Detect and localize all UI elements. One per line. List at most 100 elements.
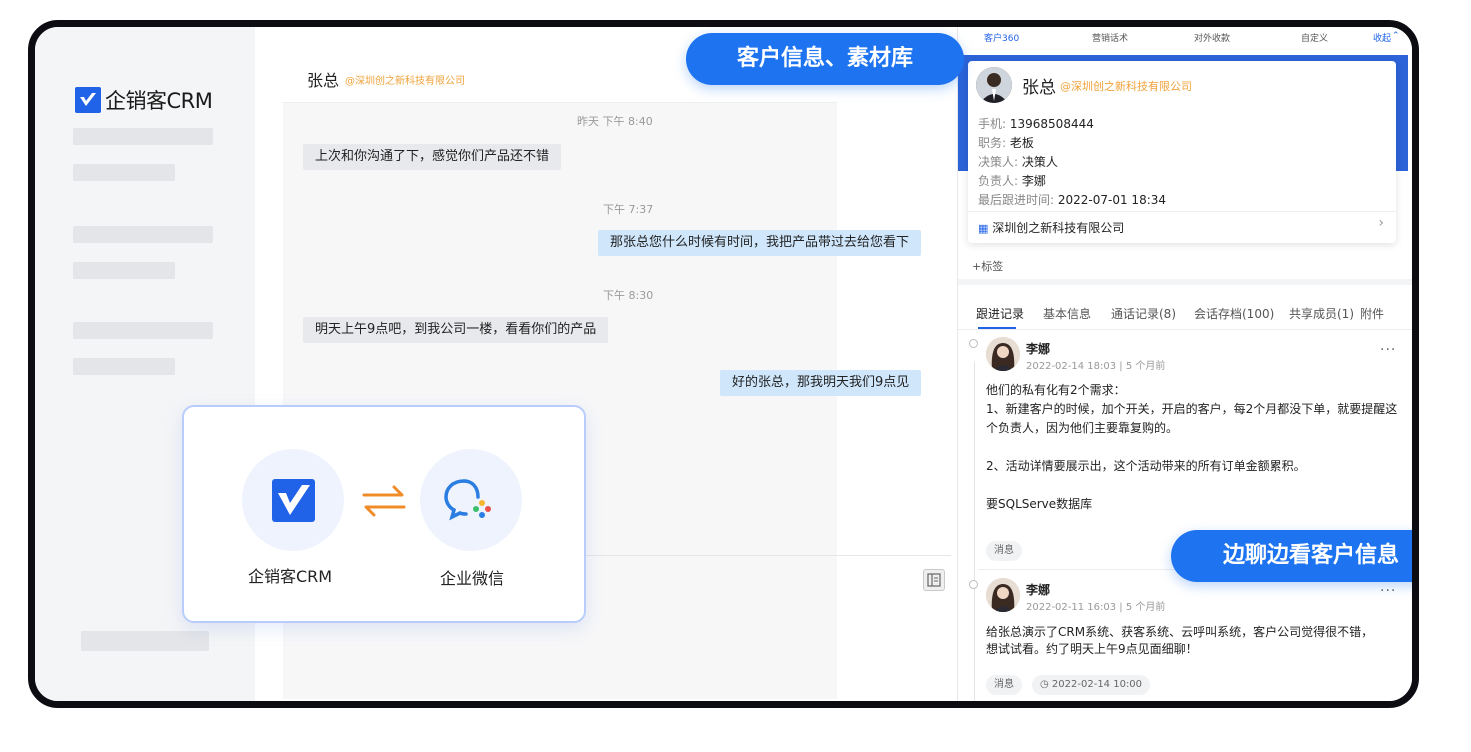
company-link-text: 深圳创之新科技有限公司 (992, 221, 1125, 235)
field-label: 手机: (978, 117, 1007, 131)
message-bubble[interactable]: 好的张总，那我明天我们9点见 (720, 370, 922, 396)
record-reminder-chip[interactable]: ◷ 2022-02-14 10:00 (1032, 675, 1151, 695)
sidebar-placeholder[interactable] (73, 322, 213, 339)
sidebar-placeholder[interactable] (73, 164, 175, 181)
more-options-icon[interactable]: ··· (1380, 583, 1396, 599)
add-tag-button[interactable]: +标签 (972, 258, 1003, 274)
tab-customer-360[interactable]: 客户360 (984, 31, 1019, 44)
record-author: 李娜 (1026, 583, 1051, 597)
sidebar-placeholder[interactable] (73, 226, 213, 243)
integration-card: 企销客CRM 企业微信 (182, 405, 586, 623)
sidebar-placeholder[interactable] (73, 262, 175, 279)
sidebar-placeholder[interactable] (73, 358, 175, 375)
record-content: 他们的私有化有2个需求： 1、新建客户的时候，加个开关，开启的客户，每2个月都没… (986, 381, 1397, 514)
tab-external-payment[interactable]: 对外收款 (1194, 31, 1230, 44)
author-avatar[interactable] (986, 578, 1020, 612)
field-owner: 负责人: 李娜 (978, 172, 1046, 189)
customer-panel: 客户360 营销话术 对外收款 自定义 收起 ⌃ 张总 @深圳创之新科技有限公司… (957, 27, 1412, 701)
wecom-icon (444, 479, 491, 521)
field-label: 职务: (978, 136, 1007, 150)
tabs-divider (958, 329, 1412, 330)
record-line: 给张总演示了CRM系统、获客系统、云呼叫系统，客户公司觉得很不错， (986, 625, 1374, 639)
record-line (986, 476, 1397, 495)
brand-logo[interactable]: 企销客CRM (75, 85, 213, 115)
tab-followup-records[interactable]: 跟进记录 (976, 305, 1024, 322)
field-value: 决策人 (1021, 155, 1058, 169)
chat-contact-company: @深圳创之新科技有限公司 (345, 76, 465, 87)
message-time: 昨天 下午 8:40 (577, 115, 653, 128)
field-decision-maker: 决策人: 决策人 (978, 153, 1058, 170)
record-line: 1、新建客户的时候，加个开关，开启的客户，每2个月都没下单，就要提醒这 (986, 402, 1398, 416)
message-bubble[interactable]: 明天上午9点吧，到我公司一楼，看看你们的产品 (303, 317, 609, 343)
message-bubble[interactable]: 上次和你沟通了下，感觉你们产品还不错 (303, 144, 562, 170)
panel-tabs: 客户360 营销话术 对外收款 自定义 收起 ⌃ (958, 27, 1412, 55)
field-phone: 手机: 13968508444 (978, 115, 1094, 132)
message-time: 下午 7:37 (603, 203, 654, 216)
record-line: 要SQLServe数据库 (986, 497, 1093, 511)
record-author: 李娜 (1026, 342, 1051, 356)
record-time: 2022-02-11 16:03 | 5 个月前 (1026, 602, 1166, 613)
customer-card: 张总 @深圳创之新科技有限公司 手机: 13968508444 职务: 老板 决… (968, 61, 1396, 243)
customer-company-tag: @深圳创之新科技有限公司 (1060, 80, 1192, 93)
chevron-up-icon[interactable]: ⌃ (1392, 31, 1400, 41)
tags-divider (958, 279, 1412, 285)
record-line: 个负责人，因为他们主要靠复购的。 (986, 421, 1179, 435)
tab-basic-info[interactable]: 基本信息 (1043, 305, 1091, 322)
record-type-chip[interactable]: 消息 (986, 541, 1022, 561)
record-line: 2、活动详情要展示出，这个活动带来的所有订单金额累积。 (986, 459, 1306, 473)
record-content: 给张总演示了CRM系统、获客系统、云呼叫系统，客户公司觉得很不错， 想试试看。约… (986, 624, 1373, 658)
app-frame: 企销客CRM 张总 @深圳创之新科技有限公司 昨天 下午 8:40 上次和你沟通… (28, 20, 1419, 708)
crm-logo-icon (272, 479, 315, 522)
field-last-followup: 最后跟进时间: 2022-07-01 18:34 (978, 191, 1166, 208)
customer-name: 张总 (1022, 73, 1056, 98)
field-label: 决策人: (978, 155, 1019, 169)
field-value: 2022-07-01 18:34 (1057, 193, 1167, 207)
wecom-label: 企业微信 (440, 569, 505, 588)
sync-arrows-icon (362, 485, 406, 517)
timeline-dot (969, 580, 978, 589)
tab-call-records[interactable]: 通话记录(8) (1111, 305, 1176, 322)
more-options-icon[interactable]: ··· (1380, 342, 1396, 358)
author-avatar[interactable] (986, 337, 1020, 371)
card-divider (968, 211, 1396, 212)
tab-custom[interactable]: 自定义 (1301, 31, 1328, 44)
field-label: 负责人: (978, 174, 1019, 188)
field-value: 李娜 (1021, 174, 1046, 188)
sidebar-placeholder[interactable] (81, 631, 209, 651)
collapse-button[interactable]: 收起 (1373, 31, 1391, 44)
wecom-logo-circle (420, 449, 522, 551)
document-icon[interactable] (923, 569, 945, 591)
sidebar-placeholder[interactable] (73, 128, 213, 145)
message-bubble[interactable]: 那张总您什么时候有时间，我把产品带过去给您看下 (598, 230, 922, 256)
record-time: 2022-02-14 18:03 | 5 个月前 (1026, 361, 1166, 372)
callout-chat-view-info: 边聊边看客户信息 (1171, 530, 1412, 582)
chat-contact-name: 张总 (307, 71, 340, 90)
tab-marketing-scripts[interactable]: 营销话术 (1092, 31, 1128, 44)
tab-attachments[interactable]: 附件 (1360, 305, 1384, 322)
company-link[interactable]: ▦ 深圳创之新科技有限公司 (978, 219, 1124, 236)
field-value[interactable]: 13968508444 (1010, 117, 1094, 131)
field-title: 职务: 老板 (978, 134, 1034, 151)
building-icon: ▦ (978, 222, 989, 235)
timeline-line (974, 362, 975, 701)
brand-name: 企销客CRM (105, 89, 213, 113)
field-value: 老板 (1009, 136, 1034, 150)
field-label: 最后跟进时间: (978, 193, 1055, 207)
reminder-time: 2022-02-14 10:00 (1051, 679, 1143, 690)
record-line: 想试试看。约了明天上午9点见面细聊！ (986, 642, 1198, 656)
tab-shared-members[interactable]: 共享成员(1) (1289, 305, 1354, 322)
record-line (986, 438, 1397, 457)
callout-customer-info: 客户信息、素材库 (686, 33, 964, 85)
clock-icon: ◷ (1040, 679, 1049, 690)
timeline-dot (969, 339, 978, 348)
crm-label: 企销客CRM (248, 567, 333, 586)
record-line: 他们的私有化有2个需求： (986, 383, 1126, 397)
crm-logo-circle (242, 449, 344, 551)
customer-avatar[interactable] (976, 67, 1012, 103)
tab-session-archive[interactable]: 会话存档(100) (1194, 305, 1274, 322)
customer-name-text: 张总 (1022, 78, 1056, 98)
message-time: 下午 8:30 (603, 289, 654, 302)
brand-logo-icon (75, 87, 101, 113)
chevron-right-icon[interactable]: › (1378, 215, 1384, 231)
record-type-chip[interactable]: 消息 (986, 675, 1022, 695)
